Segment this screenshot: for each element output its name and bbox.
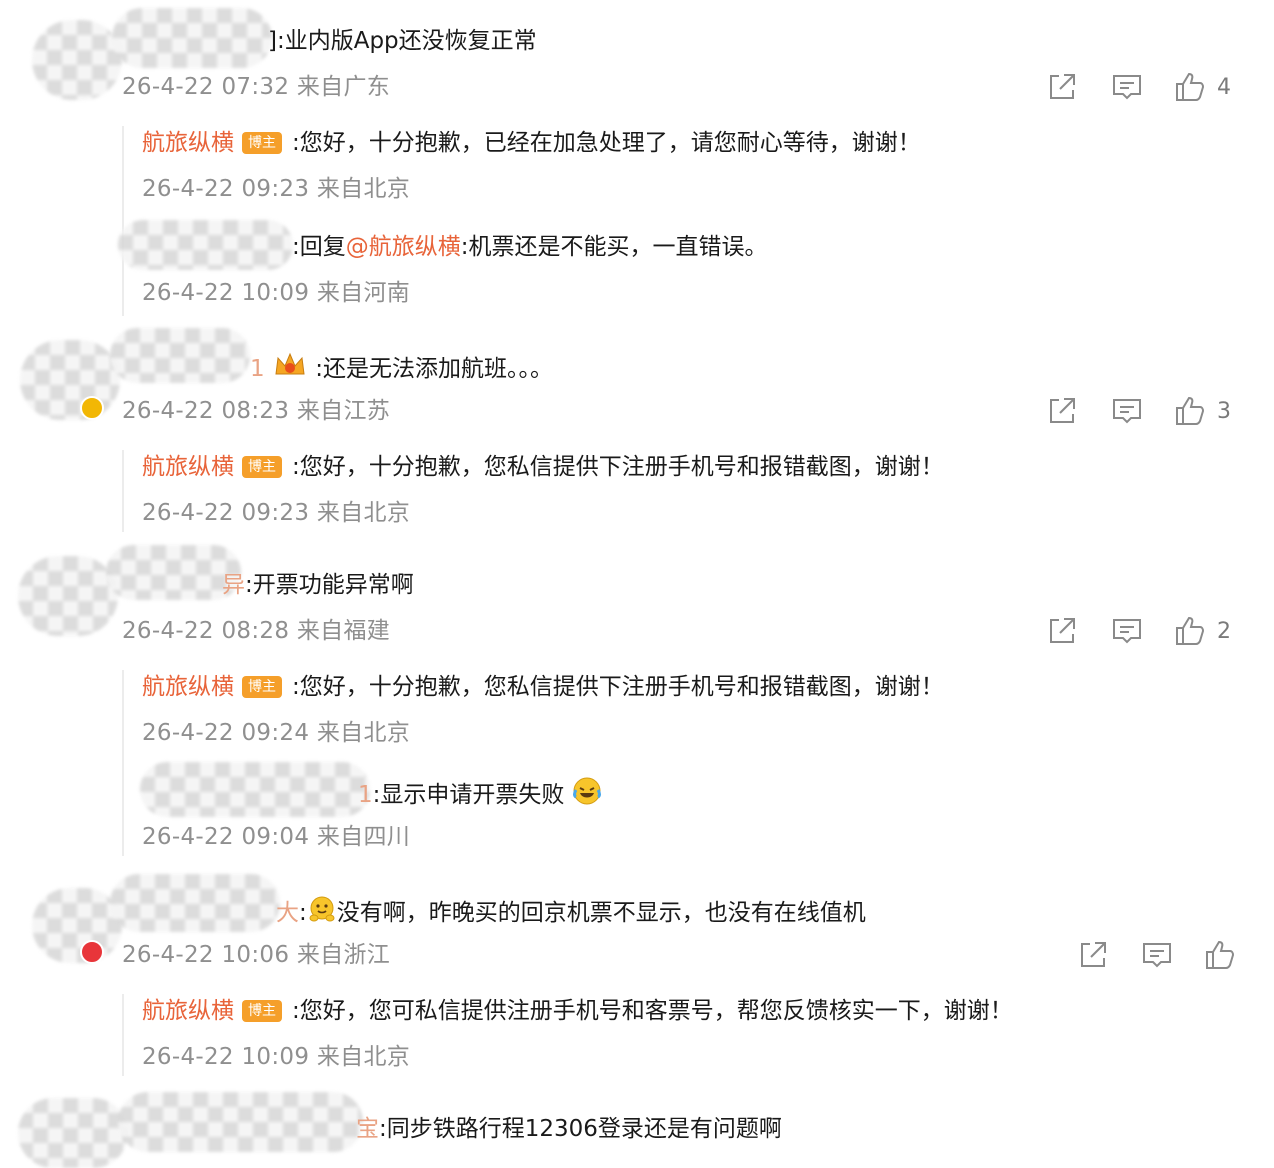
reply-divider <box>122 126 124 316</box>
share-icon[interactable] <box>1045 614 1079 648</box>
blurred-username <box>110 328 250 383</box>
reply-author[interactable]: 航旅纵横 <box>142 454 234 480</box>
blurred-username <box>112 8 272 68</box>
comment-text: 宝:同步铁路行程12306登录还是有问题啊 <box>356 1114 782 1144</box>
reply-line: 航旅纵横 博主 :您好，十分抱歉，您私信提供下注册手机号和报错截图，谢谢！ <box>142 452 944 482</box>
reply-meta: 26-4-22 09:04 来自四川 <box>142 824 411 850</box>
blurred-username <box>118 1092 363 1152</box>
crown-icon <box>272 350 308 388</box>
comment-text: 大: 没有啊，昨晚买的回京机票不显示，也没有在线值机 <box>276 894 866 932</box>
thumbs-up-icon[interactable] <box>1173 70 1207 104</box>
blurred-username <box>140 762 370 817</box>
reply-line: 1:显示申请开票失败 <box>358 776 602 814</box>
comment-body: 没有啊，昨晚买的回京机票不显示，也没有在线值机 <box>336 900 866 926</box>
reply-line: 航旅纵横 博主 :您好，您可私信提供注册手机号和客票号，帮您反馈核实一下，谢谢！ <box>142 996 1013 1026</box>
reply-meta: 26-4-22 10:09 来自北京 <box>142 1044 411 1070</box>
reply-author[interactable]: 航旅纵横 <box>142 674 234 700</box>
reply-divider <box>122 994 124 1076</box>
blogger-tag: 博主 <box>242 676 282 698</box>
reply-author[interactable]: 航旅纵横 <box>142 998 234 1024</box>
blurred-avatar <box>18 556 118 636</box>
blogger-tag: 博主 <box>242 132 282 154</box>
reply-text: :您好，十分抱歉，您私信提供下注册手机号和报错截图，谢谢！ <box>292 454 944 480</box>
reply-meta: 26-4-22 09:23 来自北京 <box>142 176 411 202</box>
username-fragment: 1 <box>250 356 265 382</box>
like-count: 2 <box>1217 619 1231 644</box>
comment-icon[interactable] <box>1140 938 1174 972</box>
reply-text: :您好，十分抱歉，您私信提供下注册手机号和报错截图，谢谢！ <box>292 674 944 700</box>
comment-body: :还是无法添加航班。。。 <box>315 356 554 382</box>
share-icon[interactable] <box>1076 938 1110 972</box>
reply-author[interactable]: 航旅纵横 <box>142 130 234 156</box>
reply-text: :显示申请开票失败 <box>372 782 565 808</box>
comment-text: ]:业内版App还没恢复正常 <box>268 28 537 54</box>
reply-line: 航旅纵横 博主 :您好，十分抱歉，已经在加急处理了，请您耐心等待，谢谢！ <box>142 128 921 158</box>
hugging-emoji <box>307 894 337 932</box>
blogger-tag: 博主 <box>242 1000 282 1022</box>
comment-body: :开票功能异常啊 <box>245 572 414 598</box>
mention-link[interactable]: @航旅纵横 <box>346 234 461 260</box>
comment-meta: 26-4-22 07:32 来自广东 <box>122 74 391 100</box>
comment-meta: 26-4-22 08:28 来自福建 <box>122 618 391 644</box>
reply-divider <box>122 670 124 856</box>
comment-body: :同步铁路行程12306登录还是有问题啊 <box>379 1116 782 1142</box>
like-count: 3 <box>1217 399 1231 424</box>
username-fragment: 1 <box>358 782 373 808</box>
comment-meta: 26-4-22 10:06 来自浙江 <box>122 942 391 968</box>
reply-meta: 26-4-22 09:24 来自北京 <box>142 720 411 746</box>
comment-text: 1 :还是无法添加航班。。。 <box>250 350 553 388</box>
comment-text: 异:开票功能异常啊 <box>222 570 414 600</box>
comment-icon[interactable] <box>1110 70 1144 104</box>
comment-icon[interactable] <box>1110 394 1144 428</box>
reply-text: :您好，您可私信提供注册手机号和客票号，帮您反馈核实一下，谢谢！ <box>292 998 1013 1024</box>
crying-laughing-emoji <box>572 776 602 814</box>
blurred-username <box>106 545 241 600</box>
reply-line: 航旅纵横 博主 :您好，十分抱歉，您私信提供下注册手机号和报错截图，谢谢！ <box>142 672 944 702</box>
comment-meta: 26-4-22 08:23 来自江苏 <box>122 398 391 424</box>
blurred-username <box>110 874 280 932</box>
blurred-avatar <box>20 340 120 420</box>
verified-badge <box>80 396 104 420</box>
blurred-username <box>118 220 293 270</box>
share-icon[interactable] <box>1045 394 1079 428</box>
reply-text: :您好，十分抱歉，已经在加急处理了，请您耐心等待，谢谢！ <box>292 130 921 156</box>
reply-prefix: :回复 <box>292 234 346 260</box>
reply-divider <box>122 450 124 532</box>
reply-meta: 26-4-22 10:09 来自河南 <box>142 280 411 306</box>
blogger-tag: 博主 <box>242 456 282 478</box>
blurred-avatar <box>32 888 122 963</box>
username-fragment: 异 <box>222 572 245 598</box>
thumbs-up-icon[interactable] <box>1173 614 1207 648</box>
blurred-avatar <box>32 20 122 100</box>
username-fragment: 宝 <box>356 1116 379 1142</box>
reply-line: :回复@航旅纵横:机票还是不能买，一直错误。 <box>292 232 768 262</box>
reply-meta: 26-4-22 09:23 来自北京 <box>142 500 411 526</box>
username-fragment: 大 <box>276 900 299 926</box>
vip-badge <box>80 940 104 964</box>
like-count: 4 <box>1217 75 1231 100</box>
comment-icon[interactable] <box>1110 614 1144 648</box>
thumbs-up-icon[interactable] <box>1173 394 1207 428</box>
share-icon[interactable] <box>1045 70 1079 104</box>
thumbs-up-icon[interactable] <box>1203 938 1237 972</box>
reply-text: :机票还是不能买，一直错误。 <box>460 234 768 260</box>
